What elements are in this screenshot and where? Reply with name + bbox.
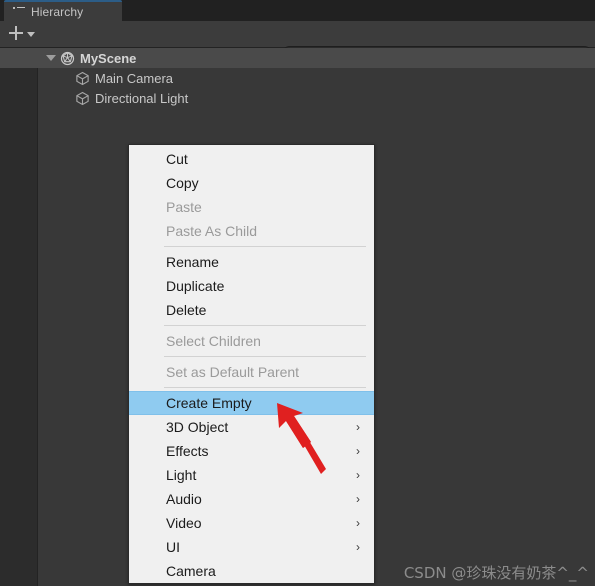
submenu-chevron-icon: › bbox=[356, 540, 360, 554]
menu-item-create-empty[interactable]: Create Empty bbox=[129, 391, 374, 415]
submenu-chevron-icon: › bbox=[356, 492, 360, 506]
menu-item-label: Paste As Child bbox=[166, 223, 258, 239]
menu-item-cut[interactable]: Cut bbox=[129, 147, 374, 171]
menu-item-label: UI bbox=[166, 539, 180, 555]
hierarchy-toolbar: All bbox=[0, 21, 595, 64]
tab-hierarchy[interactable]: Hierarchy bbox=[4, 0, 122, 21]
menu-separator bbox=[164, 325, 366, 326]
menu-item-label: Delete bbox=[166, 302, 207, 318]
gameobject-icon bbox=[75, 71, 90, 86]
hierarchy-row-directional-light[interactable]: Directional Light bbox=[0, 88, 595, 108]
menu-separator bbox=[164, 387, 366, 388]
menu-item-camera[interactable]: Camera bbox=[129, 559, 374, 583]
menu-item-label: Video bbox=[166, 515, 202, 531]
menu-item-label: Set as Default Parent bbox=[166, 364, 300, 380]
submenu-chevron-icon: › bbox=[356, 444, 360, 458]
submenu-chevron-icon: › bbox=[356, 516, 360, 530]
hierarchy-row-label: Directional Light bbox=[95, 90, 189, 106]
scene-icon bbox=[60, 51, 75, 66]
plus-icon bbox=[8, 25, 23, 40]
menu-item-label: Paste bbox=[166, 199, 202, 215]
menu-item-rename[interactable]: Rename bbox=[129, 250, 374, 274]
hierarchy-list-icon bbox=[13, 6, 25, 17]
tab-strip: Hierarchy bbox=[0, 0, 595, 21]
menu-item-ui[interactable]: UI › bbox=[129, 535, 374, 559]
unity-editor-window: Hierarchy All bbox=[0, 0, 595, 586]
submenu-chevron-icon: › bbox=[356, 468, 360, 482]
menu-item-light[interactable]: Light › bbox=[129, 463, 374, 487]
hierarchy-row-main-camera[interactable]: Main Camera bbox=[0, 68, 595, 88]
menu-item-label: Rename bbox=[166, 254, 219, 270]
menu-item-label: Light bbox=[166, 467, 197, 483]
menu-item-label: Create Empty bbox=[166, 395, 252, 411]
menu-item-label: Select Children bbox=[166, 333, 261, 349]
menu-item-3d-object[interactable]: 3D Object › bbox=[129, 415, 374, 439]
menu-item-select-children: Select Children bbox=[129, 329, 374, 353]
menu-separator bbox=[164, 356, 366, 357]
menu-item-paste: Paste bbox=[129, 195, 374, 219]
menu-item-label: Duplicate bbox=[166, 278, 225, 294]
menu-item-delete[interactable]: Delete bbox=[129, 298, 374, 322]
menu-item-video[interactable]: Video › bbox=[129, 511, 374, 535]
menu-item-paste-as-child: Paste As Child bbox=[129, 219, 374, 243]
hierarchy-row-myscene[interactable]: MyScene bbox=[0, 48, 595, 68]
menu-item-duplicate[interactable]: Duplicate bbox=[129, 274, 374, 298]
menu-item-label: Effects bbox=[166, 443, 209, 459]
menu-item-audio[interactable]: Audio › bbox=[129, 487, 374, 511]
menu-item-label: Audio bbox=[166, 491, 202, 507]
tab-hierarchy-label: Hierarchy bbox=[31, 4, 84, 19]
menu-item-label: 3D Object bbox=[166, 419, 229, 435]
hierarchy-gutter bbox=[0, 48, 38, 586]
menu-item-label: Copy bbox=[166, 175, 199, 191]
caret-down-icon bbox=[27, 31, 35, 37]
add-button[interactable] bbox=[8, 25, 35, 40]
menu-item-copy[interactable]: Copy bbox=[129, 171, 374, 195]
menu-item-set-as-default-parent: Set as Default Parent bbox=[129, 360, 374, 384]
menu-item-effects[interactable]: Effects › bbox=[129, 439, 374, 463]
foldout-triangle-icon[interactable] bbox=[46, 55, 56, 61]
menu-item-label: Cut bbox=[166, 151, 188, 167]
hierarchy-row-label: MyScene bbox=[80, 50, 137, 66]
menu-separator bbox=[164, 246, 366, 247]
menu-item-label: Camera bbox=[166, 563, 216, 579]
gameobject-icon bbox=[75, 91, 90, 106]
context-menu: Cut Copy Paste Paste As Child Rename Duplicat… bbox=[128, 144, 375, 584]
hierarchy-row-label: Main Camera bbox=[95, 70, 174, 86]
watermark: CSDN @珍珠没有奶茶^_^ bbox=[403, 564, 589, 582]
submenu-chevron-icon: › bbox=[356, 420, 360, 434]
